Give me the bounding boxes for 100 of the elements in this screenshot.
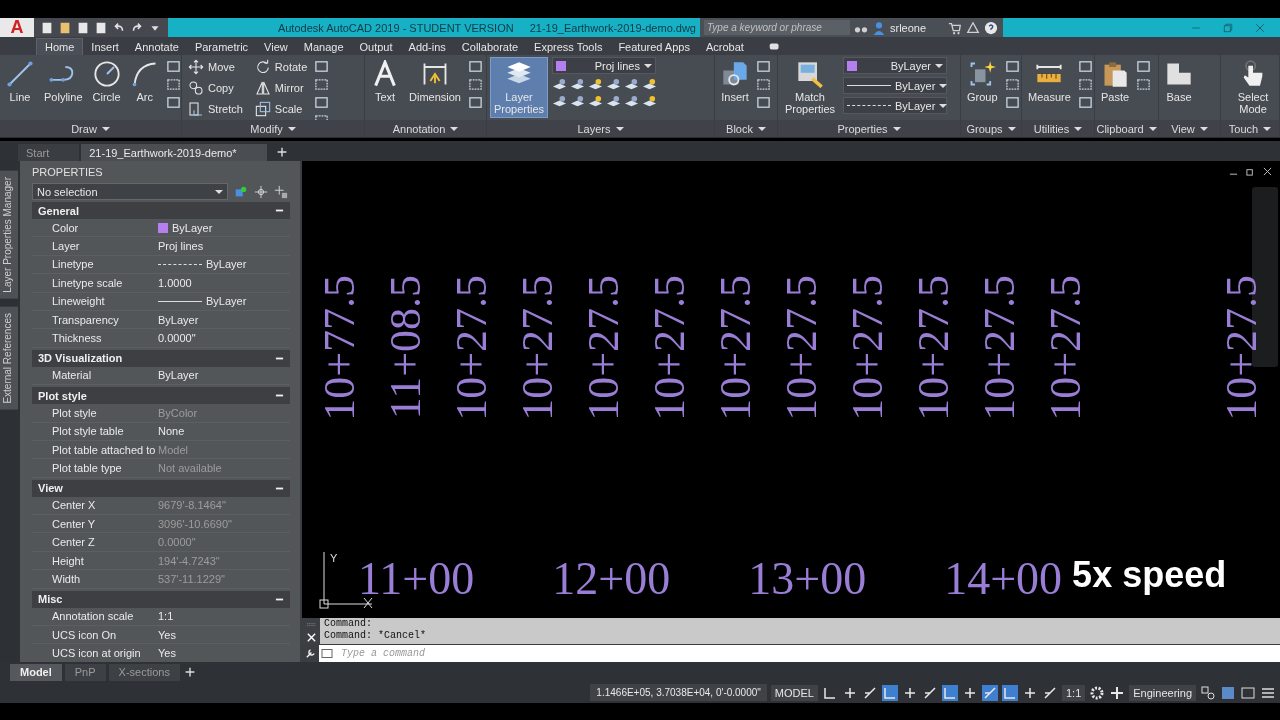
layout-tab[interactable]: X-sections <box>108 663 180 681</box>
ribbon-tool-button[interactable]: Insert <box>718 57 752 106</box>
property-dropdown[interactable]: Proj lines <box>552 57 656 74</box>
property-value[interactable]: ByLayer <box>206 295 247 308</box>
gear-icon[interactable] <box>1089 684 1106 701</box>
panel-title-button[interactable]: Touch <box>1221 120 1279 137</box>
property-value[interactable]: ByLayer <box>172 221 213 234</box>
ribbon-tool-button[interactable]: Copy <box>185 78 246 98</box>
ribbon-tab[interactable]: View <box>256 38 296 55</box>
ribbon-tool-button[interactable]: Line <box>3 57 37 106</box>
layer-tool-icon[interactable] <box>624 77 639 92</box>
new-file-icon[interactable] <box>40 20 54 35</box>
ribbon-tool-button[interactable]: Dimension <box>406 57 464 106</box>
ribbon-tool-button[interactable]: Polyline <box>41 57 86 106</box>
panel-title-button[interactable]: Utilities <box>1022 120 1094 137</box>
triangle-network-icon[interactable] <box>966 20 981 35</box>
plus-icon[interactable] <box>1109 684 1126 701</box>
section-header[interactable]: 3D Visualization <box>32 349 290 367</box>
property-dropdown[interactable]: ByLayer <box>843 77 947 94</box>
coordinates-display[interactable]: 1.1466E+05, 3.7038E+04, 0'-0.0000" <box>590 684 767 701</box>
close-icon[interactable] <box>1263 167 1272 176</box>
model-space-button[interactable]: MODEL <box>770 684 818 701</box>
ribbon-tab[interactable]: Featured Apps <box>610 38 698 55</box>
ribbon-tab[interactable]: Home <box>36 38 84 55</box>
selection-dropdown[interactable]: No selection <box>32 183 228 200</box>
side-panel-tab[interactable]: Layer Properties Manager <box>0 171 18 299</box>
property-value[interactable]: Yes <box>158 628 176 641</box>
ribbon-tab[interactable]: Manage <box>295 38 352 55</box>
section-header[interactable]: Plot style <box>32 387 290 405</box>
panel-title-button[interactable]: Layers <box>487 120 714 137</box>
ribbon-tab[interactable]: Express Tools <box>526 38 611 55</box>
property-value[interactable]: ByLayer <box>158 313 199 326</box>
property-value[interactable]: 0.0000" <box>158 332 196 345</box>
layer-tool-icon[interactable] <box>624 94 639 109</box>
panel-title-button[interactable]: Draw <box>0 120 181 137</box>
save-icon[interactable] <box>76 20 90 35</box>
property-value[interactable]: 1:1 <box>158 610 174 623</box>
ribbon-tool-button[interactable]: Stretch <box>185 99 246 119</box>
pickadd-icon[interactable] <box>274 184 288 199</box>
help-icon[interactable] <box>984 20 999 35</box>
panel-title-button[interactable]: View <box>1159 120 1220 137</box>
layer-tool-icon[interactable] <box>606 94 621 109</box>
search-field[interactable]: Type a keyword or phrase <box>704 20 850 35</box>
property-value[interactable]: ByLayer <box>158 369 199 382</box>
command-input[interactable]: Type a command <box>337 644 1280 662</box>
ribbon-tool-button[interactable]: Rotate <box>251 57 311 77</box>
layer-tool-icon[interactable] <box>606 77 621 92</box>
property-dropdown[interactable]: ByLayer <box>843 57 947 74</box>
property-value[interactable]: None <box>158 425 185 438</box>
ribbon-tool-button[interactable]: Measure <box>1025 57 1074 106</box>
panel-title-button[interactable]: Clipboard <box>1095 120 1158 137</box>
panel-title-button[interactable]: Properties <box>778 120 960 137</box>
application-menu-button[interactable]: A <box>0 18 34 37</box>
open-folder-icon[interactable] <box>58 20 72 35</box>
ribbon-tab[interactable]: Collaborate <box>453 38 527 55</box>
ribbon-tab[interactable]: Annotate <box>126 38 187 55</box>
cart-icon[interactable] <box>948 20 963 35</box>
layer-tool-icon[interactable] <box>642 77 657 92</box>
layer-tool-icon[interactable] <box>588 94 603 109</box>
property-value[interactable]: Proj lines <box>158 240 204 253</box>
layout-tab[interactable]: PnP <box>64 663 106 681</box>
side-panel-tab[interactable]: External References <box>0 306 18 410</box>
section-header[interactable]: General <box>32 202 290 219</box>
layer-tool-icon[interactable] <box>552 94 567 109</box>
ribbon-tab[interactable]: Insert <box>83 38 127 55</box>
panel-title-button[interactable]: Groups <box>961 120 1021 137</box>
section-header[interactable]: Misc <box>32 590 290 608</box>
layer-tool-icon[interactable] <box>588 77 603 92</box>
user-icon[interactable] <box>872 20 886 35</box>
ribbon-tab[interactable]: Output <box>351 38 401 55</box>
ribbon-tab[interactable]: Parametric <box>186 38 257 55</box>
drawing-canvas[interactable]: 10+77.5 11+08.5 10+27.5 10+27.5 10+27.5 10+27.5 10+27.5 10+27.5 10+27.5 10+27.5 10+27.5 10+27.5 10+27.5 Y 11+00 12+00 13+00 14+00 5x speed <box>302 161 1280 618</box>
annotation-scale-button[interactable]: 1:1 <box>1062 684 1086 701</box>
ribbon-tab[interactable]: Acrobat <box>697 38 752 55</box>
property-value[interactable]: 1.0000 <box>158 276 192 289</box>
ribbon-tool-button[interactable]: Scale <box>251 99 311 119</box>
save-as-icon[interactable] <box>94 20 108 35</box>
isolate-objects-icon[interactable] <box>1200 684 1216 701</box>
layer-tool-icon[interactable] <box>570 94 585 109</box>
property-value[interactable]: ByLayer <box>206 258 247 271</box>
user-name[interactable]: srleone <box>890 21 927 34</box>
ribbon-tab[interactable]: Add-ins <box>400 38 454 55</box>
layer-tool-icon[interactable] <box>552 77 567 92</box>
panel-title-button[interactable]: Modify <box>182 120 364 137</box>
layer-tool-icon[interactable] <box>570 77 585 92</box>
file-tab[interactable]: 21-19_Earthwork-2019-demo* <box>81 144 267 161</box>
rectangle-icon[interactable] <box>165 59 181 74</box>
workspace-button[interactable]: Engineering <box>1129 684 1196 701</box>
ribbon-tool-button[interactable]: Paste <box>1098 57 1133 106</box>
section-header[interactable]: View <box>32 479 290 497</box>
ribbon-tool-button[interactable]: Text <box>368 57 402 106</box>
layer-tool-icon[interactable] <box>642 94 657 109</box>
ribbon-tool-button[interactable]: Match Properties <box>781 57 839 118</box>
file-tab[interactable]: Start <box>18 144 80 161</box>
ribbon-tool-button[interactable]: Group <box>964 57 1001 106</box>
ribbon-tool-button[interactable]: Mirror <box>251 78 311 98</box>
property-dropdown[interactable]: ByLayer <box>843 97 947 114</box>
ribbon-tool-button[interactable]: Circle <box>89 57 124 106</box>
crosshair-icon[interactable] <box>254 184 268 199</box>
panel-title-button[interactable]: Annotation <box>365 120 486 137</box>
